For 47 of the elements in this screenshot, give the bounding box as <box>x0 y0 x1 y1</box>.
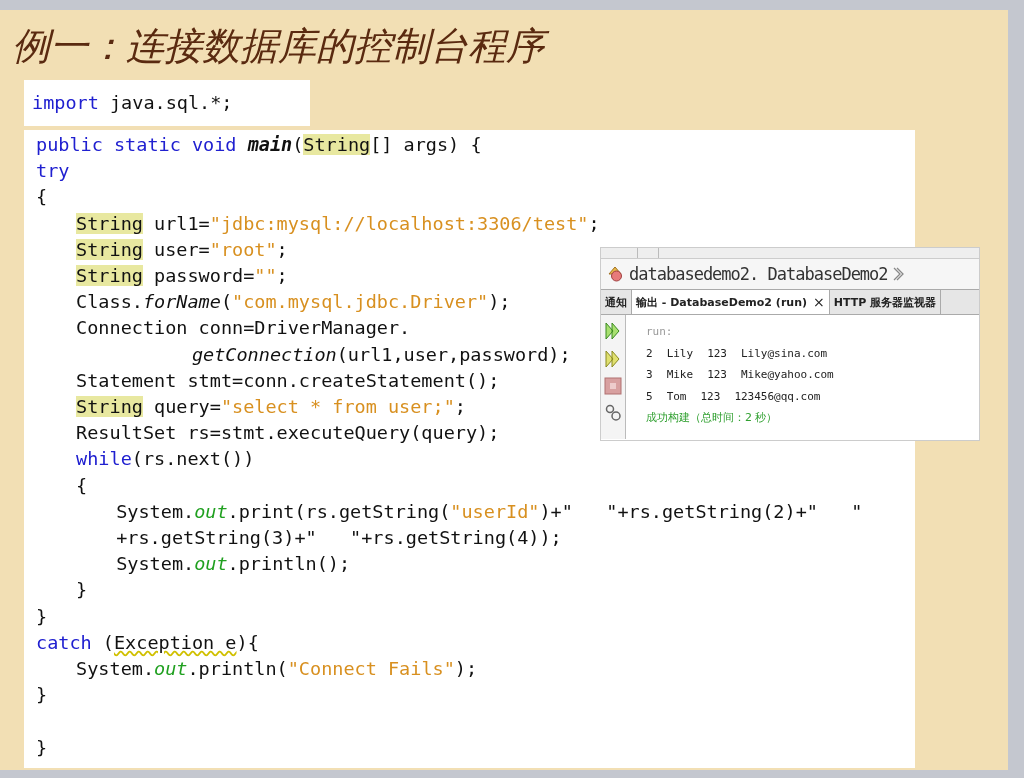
code-line: import java.sql.*; <box>32 91 233 115</box>
code-line: System.out.println("Connect Fails"); <box>76 657 478 682</box>
chevron-icon[interactable] <box>891 265 904 283</box>
output-tab[interactable]: HTTP 服务器监视器 <box>829 290 942 314</box>
output-cell: 5 <box>646 389 653 403</box>
code-line: } <box>36 604 48 629</box>
code-line: +rs.getString(3)+" "+rs.getString(4)); <box>116 526 562 551</box>
code-line: Statement stmt=conn.createStatement(); <box>76 368 500 393</box>
output-cell: Tom <box>666 389 687 403</box>
code-line: { <box>76 473 88 498</box>
code-line: } <box>76 578 88 603</box>
code-line: getConnection(url1,user,password); <box>191 342 571 367</box>
code-line: Class.forName("com.mysql.jdbc.Driver"); <box>76 290 511 315</box>
output-text: run: <box>646 325 673 339</box>
slide-title: 例一：连接数据库的控制台程序 <box>12 22 1008 70</box>
output-cell: Mike <box>666 368 694 382</box>
code-line: while(rs.next()) <box>76 447 255 472</box>
code-line: String password=""; <box>76 264 288 289</box>
output-cell: 123 <box>707 368 727 382</box>
code-line: catch (Exception e){ <box>36 630 259 655</box>
code-line: try <box>36 159 70 184</box>
code-line: System.out.println(); <box>116 552 351 577</box>
output-cell: 2 <box>646 346 653 360</box>
project-icon <box>607 265 625 283</box>
code-line: } <box>36 735 48 760</box>
code-line: ResultSet rs=stmt.executeQuery(query); <box>76 421 500 446</box>
rerun-icon[interactable] <box>604 349 622 369</box>
code-line: String user="root"; <box>76 237 288 262</box>
output-text: 成功构建（总时间：2 秒） <box>646 410 778 426</box>
stop-icon[interactable] <box>604 377 622 395</box>
output-cell: 123456@qq.com <box>734 389 821 403</box>
code-line: Connection conn=DriverManager. <box>76 316 411 341</box>
output-cell: Lily@sina.com <box>741 346 828 360</box>
code-line: System.out.print(rs.getString("userId")+" "+rs.getString(2)+" " <box>116 499 863 524</box>
code-line: String query="select * from user;"; <box>76 395 466 420</box>
code-line: String url1="jdbc:mysql://localhost:3306/test"; <box>76 211 600 236</box>
output-cell: 3 <box>646 368 653 382</box>
output-cell: Mike@yahoo.com <box>741 368 834 382</box>
code-line: public static void main(String[] args) { <box>36 133 482 157</box>
output-cell: 123 <box>700 389 721 403</box>
output-cell: Lily <box>666 346 694 360</box>
code-line: { <box>36 185 48 210</box>
output-tab[interactable]: 输出 - DatabaseDemo2 (run) × <box>632 290 830 314</box>
close-icon[interactable]: × <box>813 294 825 310</box>
rerun-icon[interactable] <box>604 321 622 341</box>
code-line: } <box>36 683 48 708</box>
output-cell: 123 <box>707 346 727 360</box>
